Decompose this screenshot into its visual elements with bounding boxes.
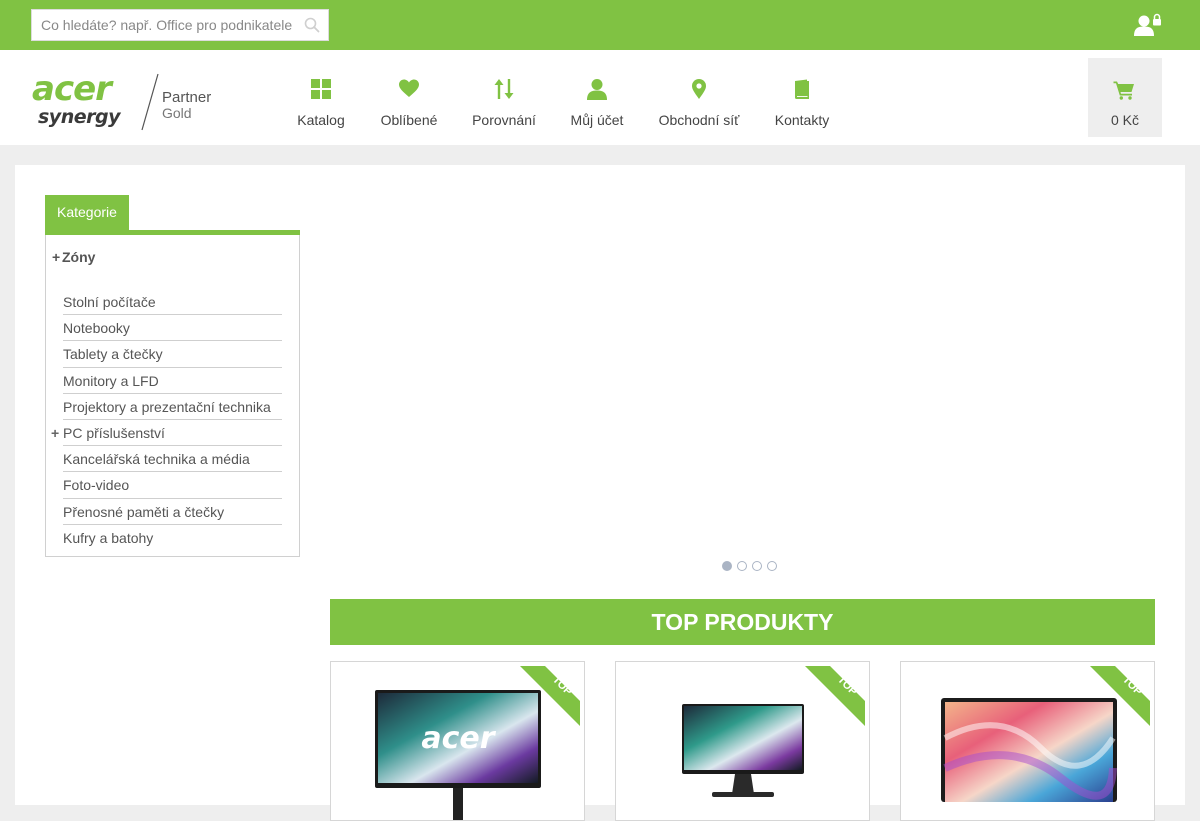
category-item[interactable]: Kufry a batohy [63,525,282,551]
nav-label: Porovnání [472,112,536,128]
category-label: Stolní počítače [63,294,156,310]
user-lock-icon[interactable] [1133,13,1163,37]
nav-muj-ucet[interactable]: Můj účet [564,50,630,145]
slider-pagination [722,558,782,571]
nav-obchodni-sit[interactable]: Obchodní síť [653,50,745,145]
category-label: Notebooky [63,320,130,337]
category-item[interactable]: Tablety a čtečky [63,341,282,368]
plus-icon: + [52,249,61,265]
nav-label: Katalog [297,112,345,128]
category-label: Tablety a čtečky [63,346,163,363]
category-label: PC příslušenství [63,424,165,441]
user-icon [587,79,607,100]
category-item[interactable]: Kancelářská technika a média [63,446,282,473]
svg-text:synergy: synergy [38,106,122,128]
category-zones[interactable]: + Zóny [52,249,95,265]
top-badge: TOP [805,666,865,726]
category-label: Kufry a batohy [63,529,154,546]
nav-kontakty[interactable]: Kontakty [768,50,836,145]
product-card[interactable]: TOP [900,661,1155,821]
plus-icon[interactable]: + [51,420,59,446]
svg-text:Gold: Gold [162,105,192,121]
product-card[interactable]: TOP [615,661,870,821]
top-products-heading: TOP PRODUKTY [330,599,1155,645]
laptop-image [941,698,1117,802]
nav-label: Kontakty [774,112,830,128]
top-bar [0,0,1200,50]
nav-porovnani[interactable]: Porovnání [466,50,542,145]
book-icon [795,79,809,99]
zones-label: Zóny [62,249,96,265]
category-item[interactable]: Stolní počítače [63,289,282,316]
product-card[interactable]: TOP acer [330,661,585,821]
category-label: Monitory a LFD [63,372,159,389]
category-item[interactable]: Přenosné paměti a čtečky [63,499,282,525]
nav-oblibene[interactable]: Oblíbené [374,50,444,145]
heart-icon [399,79,419,97]
main-content: Kategorie + Zóny Stolní počítače Notebook… [15,165,1185,821]
category-item[interactable]: Monitory a LFD [63,368,282,394]
category-label: Přenosné paměti a čtečky [63,503,225,520]
search-input[interactable] [32,10,302,40]
category-list: Stolní počítače Notebooky Tablety a čteč… [51,289,282,551]
category-item[interactable]: Notebooky [63,315,282,342]
sort-arrows-icon [494,79,514,99]
tab-kategorie[interactable]: Kategorie [45,195,129,230]
category-label: Foto-video [63,477,130,494]
cart-icon [1113,81,1134,100]
slider-dot[interactable] [737,561,747,571]
nav-katalog[interactable]: Katalog [291,50,351,145]
nav-label: Obchodní síť [658,112,740,128]
category-item[interactable]: + PC příslušenství [51,420,282,447]
category-item[interactable]: Projektory a prezentační technika [63,394,282,420]
slider-dot[interactable] [722,561,732,571]
nav-label: Můj účet [570,112,624,128]
acer-synergy-partner-gold-logo[interactable]: acer synergy Partner Gold [32,72,217,132]
slider-dot[interactable] [752,561,762,571]
search-box [31,9,329,41]
monitor-image: acer [375,690,541,820]
map-pin-icon [692,79,706,99]
category-label: Projektory a prezentační technika [63,398,271,415]
slider-dot[interactable] [767,561,777,571]
grid-icon [311,79,331,99]
cart-button[interactable]: 0 Kč [1088,58,1162,137]
svg-text:Partner: Partner [162,89,211,106]
monitor-brand-text: acer [421,721,496,756]
search-icon[interactable] [304,17,320,33]
category-item[interactable]: Foto-video [63,472,282,499]
header: acer synergy Partner Gold Katalog Oblíbe… [0,50,1200,145]
monitor-image [682,704,804,797]
cart-total: 0 Kč [1110,112,1139,128]
category-label: Kancelářská technika a média [63,451,250,468]
svg-text:acer: acer [32,72,114,109]
nav-label: Oblíbené [380,112,438,128]
category-sidebar: + Zóny Stolní počítače Notebooky Tablety … [45,235,300,557]
